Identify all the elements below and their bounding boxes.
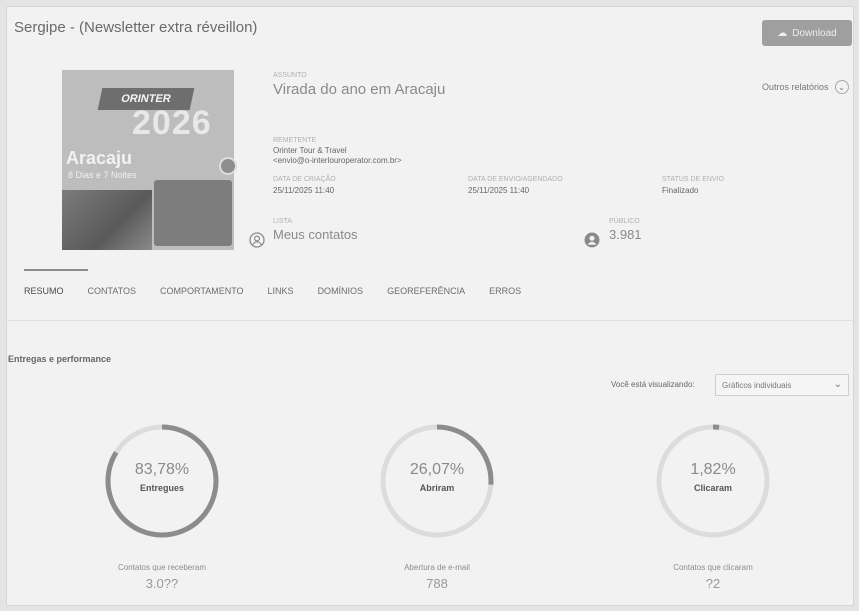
section-title: Entregas e performance	[8, 354, 112, 364]
tab-links[interactable]: LINKS	[268, 286, 294, 306]
tab-contatos[interactable]: CONTATOS	[88, 286, 137, 306]
sender-email: <envio@o-interlouroperator.com.br>	[273, 156, 402, 165]
cloud-download-icon: ☁	[777, 27, 788, 39]
delivered-percent: 83,78%	[134, 461, 190, 478]
zoom-preview-icon[interactable]	[219, 157, 237, 175]
chevron-down-icon: ⌄	[834, 80, 849, 94]
divider	[6, 320, 854, 321]
cover-city: Aracaju	[66, 148, 133, 168]
audience-label: Público	[609, 218, 640, 225]
opened-value: 788	[426, 576, 448, 591]
opened-donut: 26,07% Abriram	[377, 421, 497, 541]
clicked-percent: 1,82%	[690, 461, 736, 478]
sender-name: Orinter Tour & Travel	[273, 146, 347, 155]
opened-name: Abriram	[419, 483, 455, 493]
cover-year: 2026	[132, 104, 212, 142]
report-tabs: RESUMO CONTATOS COMPORTAMENTO LINKS DOMÍ…	[24, 286, 521, 306]
other-reports-label: Outros relatórios	[762, 82, 829, 92]
subject-label: Assunto	[273, 72, 307, 79]
other-reports-button[interactable]: Outros relatórios ⌄	[762, 80, 849, 94]
subject-value: Virada do ano em Aracaju	[273, 81, 446, 98]
chevron-down-icon: ⌄	[833, 379, 842, 390]
tab-dominios[interactable]: DOMÍNIOS	[318, 286, 364, 306]
chart-view-select[interactable]: Gráficos individuais ⌄	[715, 374, 849, 396]
opened-percent: 26,07%	[409, 461, 465, 478]
created-value: 25/11/2025 11:40	[273, 186, 335, 195]
status-label: Status de envio	[662, 176, 724, 183]
status-value: Finalizado	[662, 186, 699, 195]
download-label: Download	[792, 27, 837, 39]
clicked-value: ?2	[705, 576, 721, 591]
sent-value: 25/11/2025 11:40	[468, 186, 530, 195]
cover-info-panel	[154, 180, 232, 246]
tab-resumo[interactable]: RESUMO	[24, 286, 64, 306]
audience-value: 3.981	[609, 227, 642, 242]
tab-comportamento[interactable]: COMPORTAMENTO	[160, 286, 244, 306]
viewing-label: Você está visualizando:	[611, 380, 695, 389]
newsletter-thumbnail[interactable]: ORINTER 2026 Aracaju 8 Dias e 7 Noites	[62, 70, 234, 250]
opened-label: Abertura de e-mail	[404, 563, 470, 572]
delivered-value: 3.0??	[145, 576, 179, 591]
delivered-name: Entregues	[139, 483, 184, 493]
sent-label: Data de envio/agendado	[468, 176, 563, 183]
clicked-donut: 1,82% Clicaram	[653, 421, 773, 541]
created-label: Data de criação	[273, 176, 336, 183]
download-button[interactable]: ☁ Download	[762, 20, 852, 46]
cover-days: 8 Dias e 7 Noites	[68, 170, 137, 180]
delivered-donut: 83,78% Entregues	[102, 421, 222, 541]
list-label: Lista	[273, 218, 292, 225]
list-value: Meus contatos	[273, 227, 358, 242]
user-filled-icon	[584, 232, 600, 248]
page-title: Sergipe - (Newsletter extra réveillon)	[14, 19, 258, 36]
cover-photo	[62, 190, 152, 250]
active-tab-indicator	[24, 269, 88, 271]
donut-track	[656, 424, 770, 538]
delivered-label: Contatos que receberam	[117, 563, 207, 572]
chart-view-value: Gráficos individuais	[722, 381, 792, 390]
sender-label: Remetente	[273, 137, 317, 144]
tab-georeferencia[interactable]: GEOREFERÊNCIA	[387, 286, 465, 306]
clicked-label: Contatos que clicaram	[673, 563, 753, 572]
clicked-name: Clicaram	[693, 483, 733, 493]
tab-erros[interactable]: ERROS	[489, 286, 521, 306]
user-outline-icon	[249, 232, 265, 248]
